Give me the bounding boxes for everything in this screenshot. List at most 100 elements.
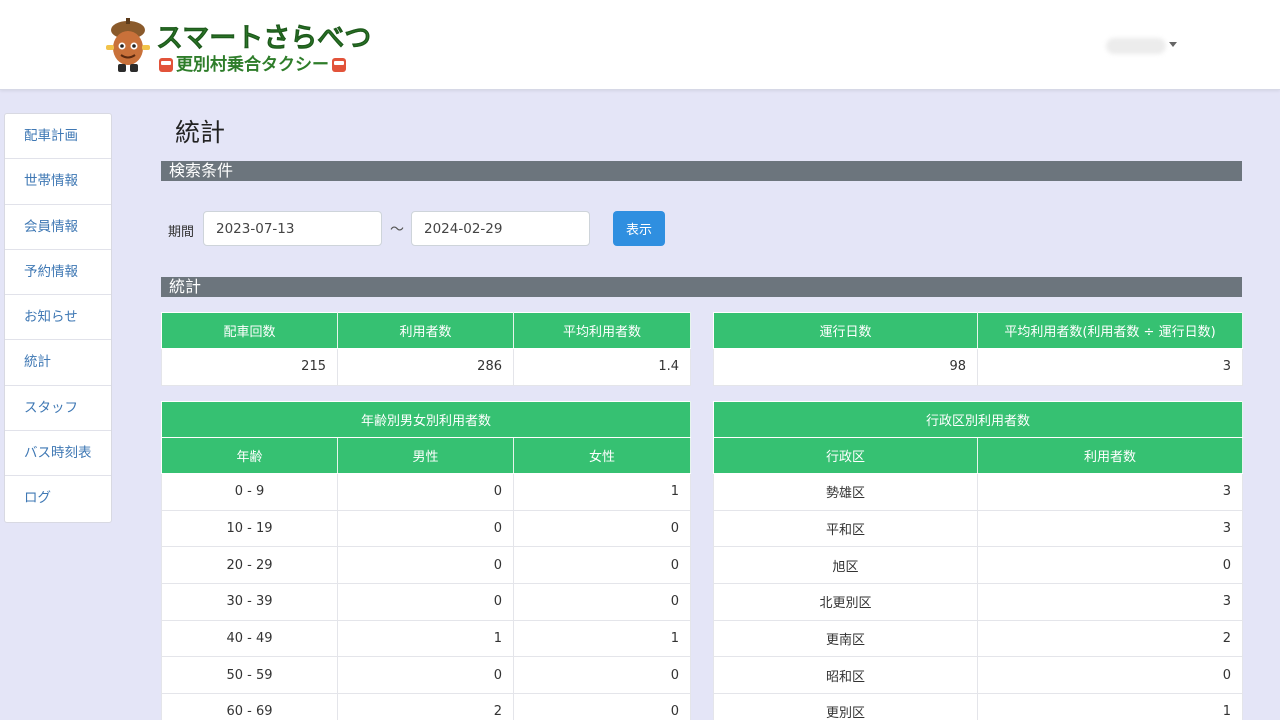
top-header: スマートさらべつ 更別村乗合タクシー [0, 0, 1280, 90]
acorn-mascot-icon [106, 18, 150, 72]
sidebar-item-member-info[interactable]: 会員情報 [5, 205, 111, 250]
sidebar-item-bus-timetable[interactable]: バス時刻表 [5, 431, 111, 477]
average-users-value: 1.4 [513, 348, 691, 386]
search-form: 期間 ～ 表示 [161, 211, 761, 247]
page-title: 統計 [175, 118, 226, 147]
female-cell: 1 [513, 473, 691, 511]
table-title-row: 行政区別利用者数 [712, 401, 1244, 438]
district-cell: 北更別区 [713, 583, 978, 621]
table-row: 20 - 29 0 0 [161, 546, 691, 585]
district-cell: 旭区 [713, 546, 978, 585]
female-cell: 0 [513, 509, 691, 548]
table-row: 30 - 39 0 0 [161, 583, 691, 621]
table-row: 50 - 59 0 0 [161, 656, 691, 695]
date-range-separator: ～ [390, 222, 404, 238]
district-cell: 勢雄区 [713, 473, 978, 511]
male-cell: 0 [337, 546, 514, 585]
date-to-input[interactable] [411, 211, 590, 246]
age-cell: 0 - 9 [161, 473, 338, 511]
app-logo[interactable]: スマートさらべつ 更別村乗合タクシー [100, 16, 380, 76]
sidebar-item-log[interactable]: ログ [5, 476, 111, 521]
header-average-per-day: 平均利用者数(利用者数 ÷ 運行日数) [977, 312, 1243, 349]
age-gender-table: 年齢別男女別利用者数 年齢 男性 女性 0 - 901 10 - 19 0 0 20… [161, 401, 691, 720]
table-row: 0 - 901 [161, 473, 691, 511]
sidebar-item-notices[interactable]: お知らせ [5, 295, 111, 341]
show-button[interactable]: 表示 [613, 211, 665, 246]
header-operation-days: 運行日数 [713, 312, 978, 349]
table-row: 40 - 49 1 1 [161, 619, 691, 658]
male-cell: 2 [337, 693, 514, 720]
statistics-section-header: 統計 [161, 277, 1242, 297]
district-cell: 更別区 [713, 693, 978, 720]
district-users-cell: 3 [976, 509, 1244, 548]
age-cell: 40 - 49 [161, 619, 338, 658]
logo-subtitle-text: 更別村乗合タクシー [176, 55, 329, 75]
header-district-users: 利用者数 [976, 437, 1244, 474]
female-cell: 1 [513, 619, 691, 658]
district-cell: 更南区 [713, 619, 978, 658]
table-row: 98 3 [713, 348, 1243, 386]
district-users-cell: 3 [976, 473, 1244, 511]
header-dispatch-count: 配車回数 [161, 312, 338, 349]
age-gender-table-title: 年齢別男女別利用者数 [161, 401, 691, 438]
age-cell: 10 - 19 [161, 509, 338, 548]
chevron-down-icon [1169, 42, 1177, 47]
logo-subtitle: 更別村乗合タクシー [156, 50, 349, 75]
female-cell: 0 [513, 656, 691, 695]
date-from-input[interactable] [203, 211, 382, 246]
age-cell: 30 - 39 [161, 583, 338, 621]
sidebar-nav: 配車計画 世帯情報 会員情報 予約情報 お知らせ 統計 スタッフ バス時刻表 ロ… [4, 113, 112, 523]
table-row: 勢雄区 3 [713, 473, 1244, 511]
male-cell: 0 [337, 509, 514, 548]
user-name-redacted [1106, 38, 1166, 54]
sidebar-item-household-info[interactable]: 世帯情報 [5, 159, 111, 205]
operation-days-value: 98 [713, 348, 978, 386]
male-cell: 0 [337, 473, 514, 511]
period-label: 期間 [168, 225, 195, 240]
female-cell: 0 [513, 583, 691, 621]
header-user-count: 利用者数 [337, 312, 514, 349]
male-cell: 0 [337, 656, 514, 695]
header-district: 行政区 [713, 437, 978, 474]
male-cell: 0 [337, 583, 514, 621]
table-header-row: 配車回数 利用者数 平均利用者数 [161, 312, 691, 349]
sidebar-item-reservation-info[interactable]: 予約情報 [5, 250, 111, 296]
district-users-cell: 3 [976, 583, 1244, 621]
average-per-day-value: 3 [977, 348, 1243, 386]
table-row: 更別区 1 [713, 693, 1244, 720]
header-male: 男性 [337, 437, 514, 474]
female-cell: 0 [513, 693, 691, 720]
sidebar-item-dispatch-plan[interactable]: 配車計画 [5, 114, 111, 160]
age-cell: 20 - 29 [161, 546, 338, 585]
table-header-row: 運行日数 平均利用者数(利用者数 ÷ 運行日数) [713, 312, 1243, 349]
sidebar-item-staff[interactable]: スタッフ [5, 386, 111, 432]
user-menu-dropdown[interactable] [1100, 36, 1180, 56]
female-cell: 0 [513, 546, 691, 585]
header-age: 年齢 [161, 437, 338, 474]
table-row: 旭区 0 [713, 546, 1244, 585]
table-header-row: 年齢 男性 女性 [161, 437, 691, 474]
header-female: 女性 [513, 437, 691, 474]
user-count-value: 286 [337, 348, 514, 386]
table-row: 10 - 19 0 0 [161, 509, 691, 548]
table-row: 215 286 1.4 [161, 348, 691, 386]
district-users-cell: 0 [976, 546, 1244, 585]
age-cell: 60 - 69 [161, 693, 338, 720]
taxi-icon [332, 58, 346, 72]
age-cell: 50 - 59 [161, 656, 338, 695]
summary-table-operation: 運行日数 平均利用者数(利用者数 ÷ 運行日数) 98 3 [713, 312, 1243, 386]
summary-table-usage: 配車回数 利用者数 平均利用者数 215 286 1.4 [161, 312, 691, 386]
bus-icon [159, 58, 173, 72]
table-header-row: 行政区 利用者数 [713, 437, 1244, 474]
district-users-cell: 0 [976, 656, 1244, 695]
male-cell: 1 [337, 619, 514, 658]
sidebar-item-statistics[interactable]: 統計 [5, 340, 111, 386]
header-average-users: 平均利用者数 [513, 312, 691, 349]
table-row: 60 - 69 2 0 [161, 693, 691, 720]
table-row: 北更別区 3 [713, 583, 1244, 621]
dispatch-count-value: 215 [161, 348, 338, 386]
district-users-cell: 2 [976, 619, 1244, 658]
table-row: 更南区 2 [713, 619, 1244, 658]
table-row: 昭和区 0 [713, 656, 1244, 695]
table-title-row: 年齢別男女別利用者数 [161, 401, 691, 438]
